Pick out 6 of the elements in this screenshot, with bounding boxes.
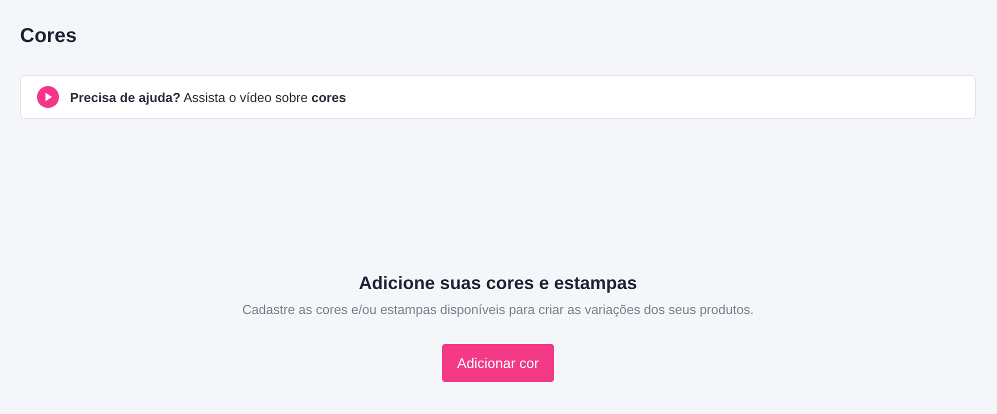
page-title: Cores [20, 24, 78, 49]
empty-state-description: Cadastre as cores e/ou estampas disponíveis para criar as variações dos seus produtos. [242, 302, 754, 317]
play-icon[interactable] [37, 86, 59, 108]
help-text: Precisa de ajuda? Assista o vídeo sobre cores [70, 90, 346, 104]
empty-state-title: Adicione suas cores e estampas [358, 272, 638, 295]
add-color-button[interactable]: Adicionar cor [442, 344, 554, 382]
